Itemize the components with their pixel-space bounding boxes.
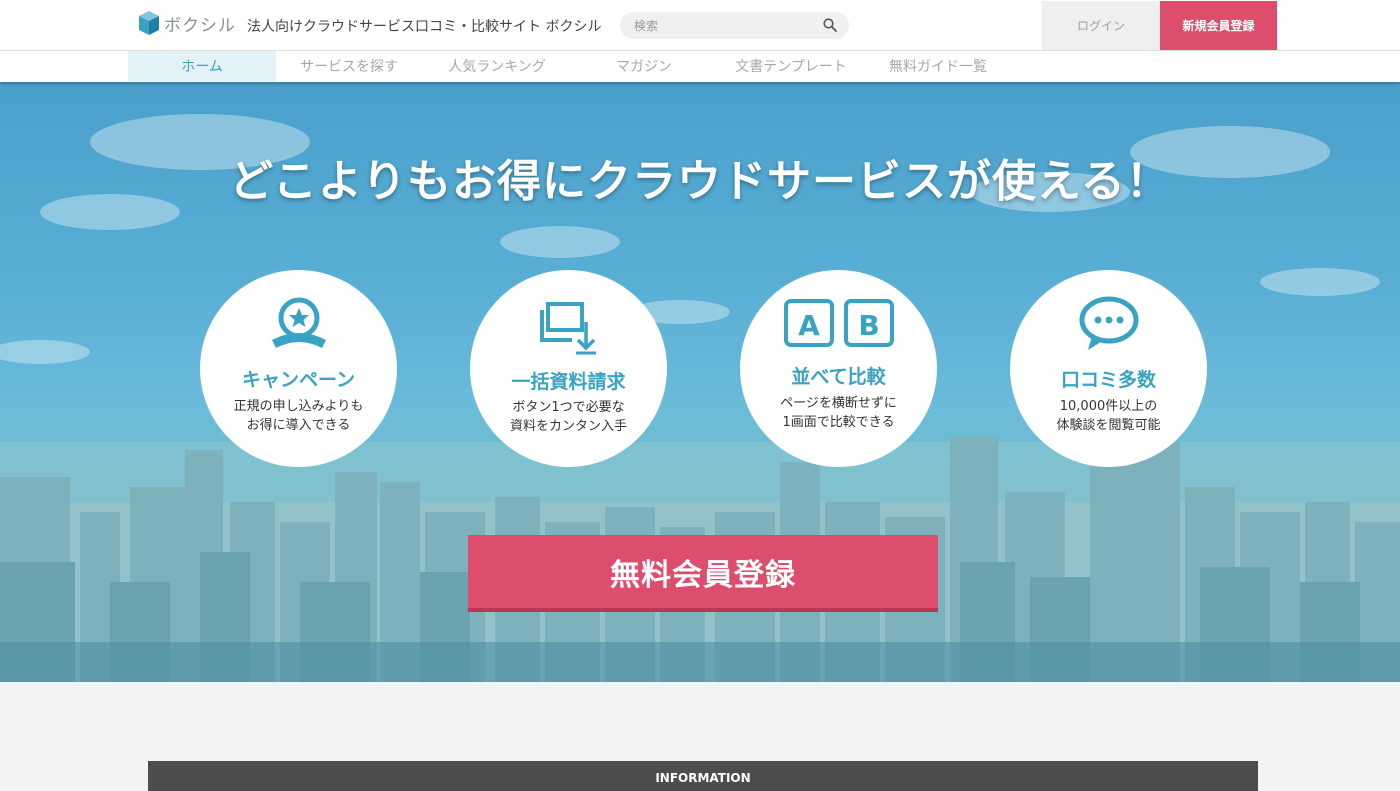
feature-desc-line2: 資料をカンタン入手 — [509, 419, 627, 434]
feature-desc-line1: 正規の申し込みよりも — [233, 399, 364, 414]
register-button[interactable]: 新規会員登録 — [1160, 1, 1277, 50]
information-section: INFORMATION — [148, 761, 1258, 791]
feature-title: キャンペーン — [241, 369, 356, 391]
nav-item-home[interactable]: ホーム — [128, 51, 276, 81]
feature-desc-line1: ボタン1つで必要な — [512, 400, 625, 415]
information-title: INFORMATION — [655, 771, 751, 785]
nav-item-magazine[interactable]: マガジン — [570, 51, 718, 81]
hero-banner: どこよりもお得にクラウドサービスが使える！ キャンペーン 正規の申し込みよりも … — [0, 82, 1400, 682]
nav-item-search-services[interactable]: サービスを探す — [275, 51, 423, 81]
header: ボクシル 法人向けクラウドサービス口コミ・比較サイト ボクシル ログイン 新規会… — [0, 0, 1400, 51]
feature-bulk-request: 一括資料請求 ボタン1つで必要な 資料をカンタン入手 — [470, 270, 667, 467]
feature-desc-line2: 1画面で比較できる — [782, 415, 895, 430]
feature-reviews: 口コミ多数 10,000件以上の 体験談を閲覧可能 — [1010, 270, 1207, 467]
free-signup-button[interactable]: 無料会員登録 — [468, 535, 938, 612]
nav-item-ranking[interactable]: 人気ランキング — [423, 51, 571, 81]
main-nav: ホーム サービスを探す 人気ランキング マガジン 文書テンプレート 無料ガイド一… — [0, 51, 1400, 82]
feature-compare: A B 並べて比較 ページを横断せずに 1画面で比較できる — [740, 270, 937, 467]
feature-desc-line2: お得に導入できる — [246, 418, 351, 433]
feature-title: 一括資料請求 — [511, 371, 626, 393]
icon-letter-a: A — [798, 309, 820, 342]
feature-title: 口コミ多数 — [1060, 369, 1156, 391]
nav-item-guides[interactable]: 無料ガイド一覧 — [864, 51, 1012, 81]
search-input[interactable] — [634, 17, 814, 34]
login-button[interactable]: ログイン — [1042, 1, 1160, 50]
site-tagline: 法人向けクラウドサービス口コミ・比較サイト ボクシル — [247, 19, 602, 35]
search-icon[interactable] — [823, 18, 837, 32]
cube-logo-icon — [139, 11, 159, 35]
feature-desc-line1: ページを横断せずに — [780, 396, 897, 411]
search-box — [620, 12, 849, 39]
icon-letter-b: B — [858, 309, 879, 342]
ab-compare-icon: A B — [783, 299, 894, 347]
speech-bubble-icon — [1079, 296, 1138, 350]
feature-desc-line1: 10,000件以上の — [1059, 399, 1158, 414]
feature-campaign: キャンペーン 正規の申し込みよりも お得に導入できる — [200, 270, 397, 467]
document-download-icon — [539, 302, 596, 355]
nav-item-templates[interactable]: 文書テンプレート — [717, 51, 865, 81]
logo-text: ボクシル — [164, 15, 236, 36]
site-logo[interactable]: ボクシル — [137, 9, 236, 37]
hero-title: どこよりもお得にクラウドサービスが使える！ — [229, 156, 1171, 207]
feature-desc-line2: 体験談を閲覧可能 — [1056, 418, 1161, 433]
award-badge-icon — [271, 297, 326, 348]
feature-title: 並べて比較 — [791, 366, 886, 388]
